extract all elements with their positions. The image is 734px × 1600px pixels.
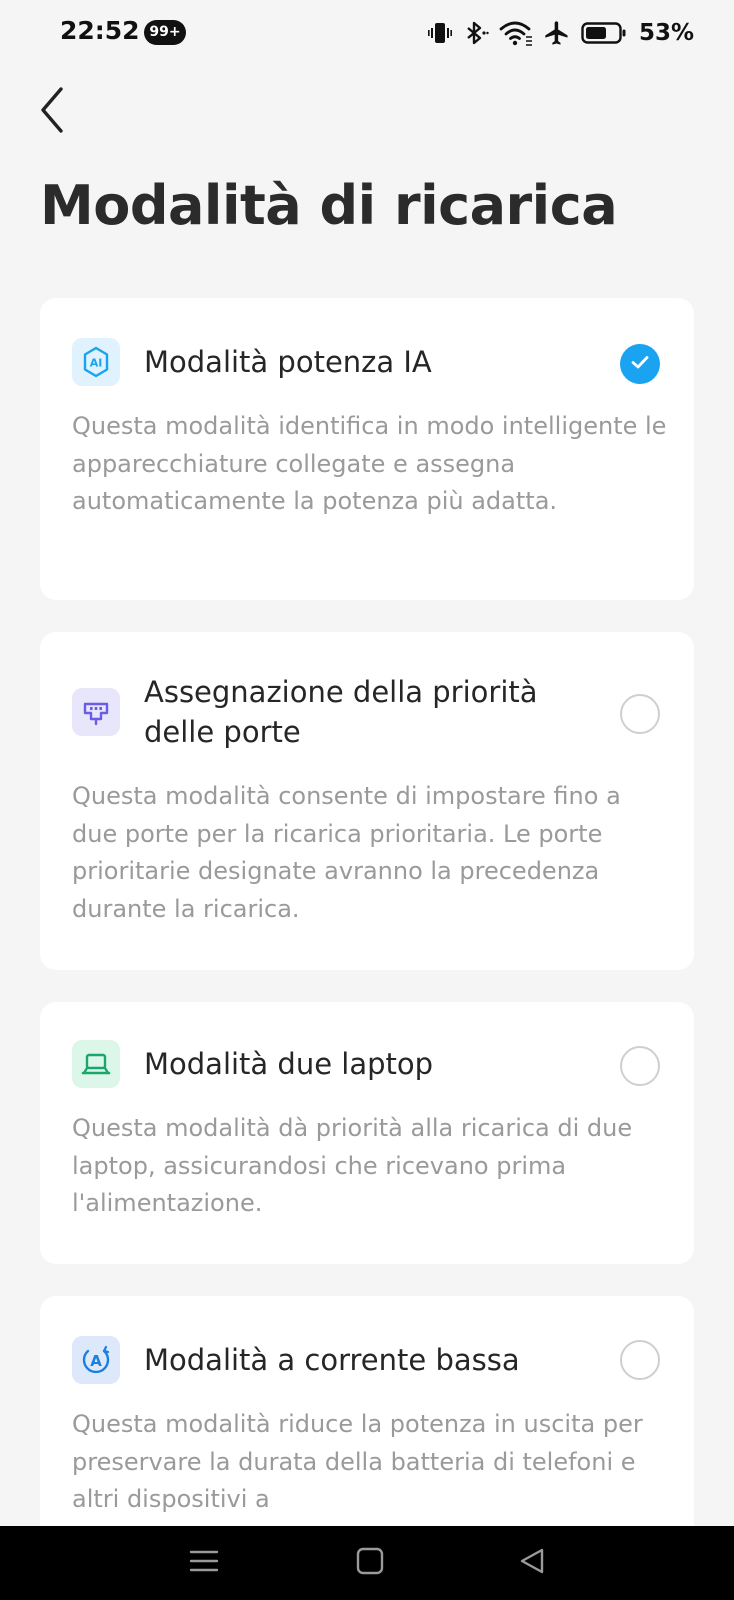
mode-title: Assegnazione della priorità delle porte [144,675,538,749]
battery-icon [581,20,627,46]
airplane-icon [543,19,571,47]
mode-radio[interactable] [620,694,660,734]
port-priority-icon [72,688,120,736]
notification-badge: 99+ [144,20,186,45]
low-current-icon: A [72,1336,120,1384]
mode-description: Questa modalità dà priorità alla ricaric… [72,1114,633,1217]
mode-description: Questa modalità consente di impostare fi… [72,782,621,923]
ai-icon-label: AI [90,357,103,370]
status-time: 22:52 [60,16,140,45]
page-title: Modalità di ricarica [40,174,618,237]
bluetooth-icon [463,20,489,46]
wifi-icon [499,20,533,46]
mode-radio[interactable] [620,1046,660,1086]
checkmark-icon [629,351,651,377]
system-nav-bar [0,1526,734,1600]
mode-description: Questa modalità identifica in modo intel… [72,412,667,515]
mode-title: Modalità due laptop [144,1047,434,1081]
recent-apps-button[interactable] [174,1540,234,1586]
laptop-icon [72,1040,120,1088]
system-back-button[interactable] [502,1540,562,1586]
home-icon [355,1546,385,1580]
home-button[interactable] [340,1540,400,1586]
mode-description: Questa modalità riduce la potenza in usc… [72,1410,643,1513]
back-triangle-icon [517,1546,547,1580]
vibrate-icon [427,20,453,46]
ai-icon: AI [72,338,120,386]
status-icons: 53% [427,16,694,50]
mode-radio[interactable] [620,1340,660,1380]
chevron-left-icon [37,85,67,139]
mode-title: Modalità a corrente bassa [144,1343,520,1377]
mode-card-port-priority[interactable]: Assegnazione della priorità delle porte … [40,632,694,970]
mode-card-dual-laptop[interactable]: Modalità due laptop Questa modalità dà p… [40,1002,694,1264]
low-current-icon-label: A [90,1352,102,1370]
mode-title: Modalità potenza IA [144,345,432,379]
status-bar: 22:52 99+ 53% [0,0,734,64]
mode-card-ai-power[interactable]: AI Modalità potenza IA Questa modalità i… [40,298,694,600]
mode-radio-selected[interactable] [620,344,660,384]
battery-percent: 53% [638,20,694,46]
back-button[interactable] [30,82,74,142]
menu-icon [189,1548,219,1578]
